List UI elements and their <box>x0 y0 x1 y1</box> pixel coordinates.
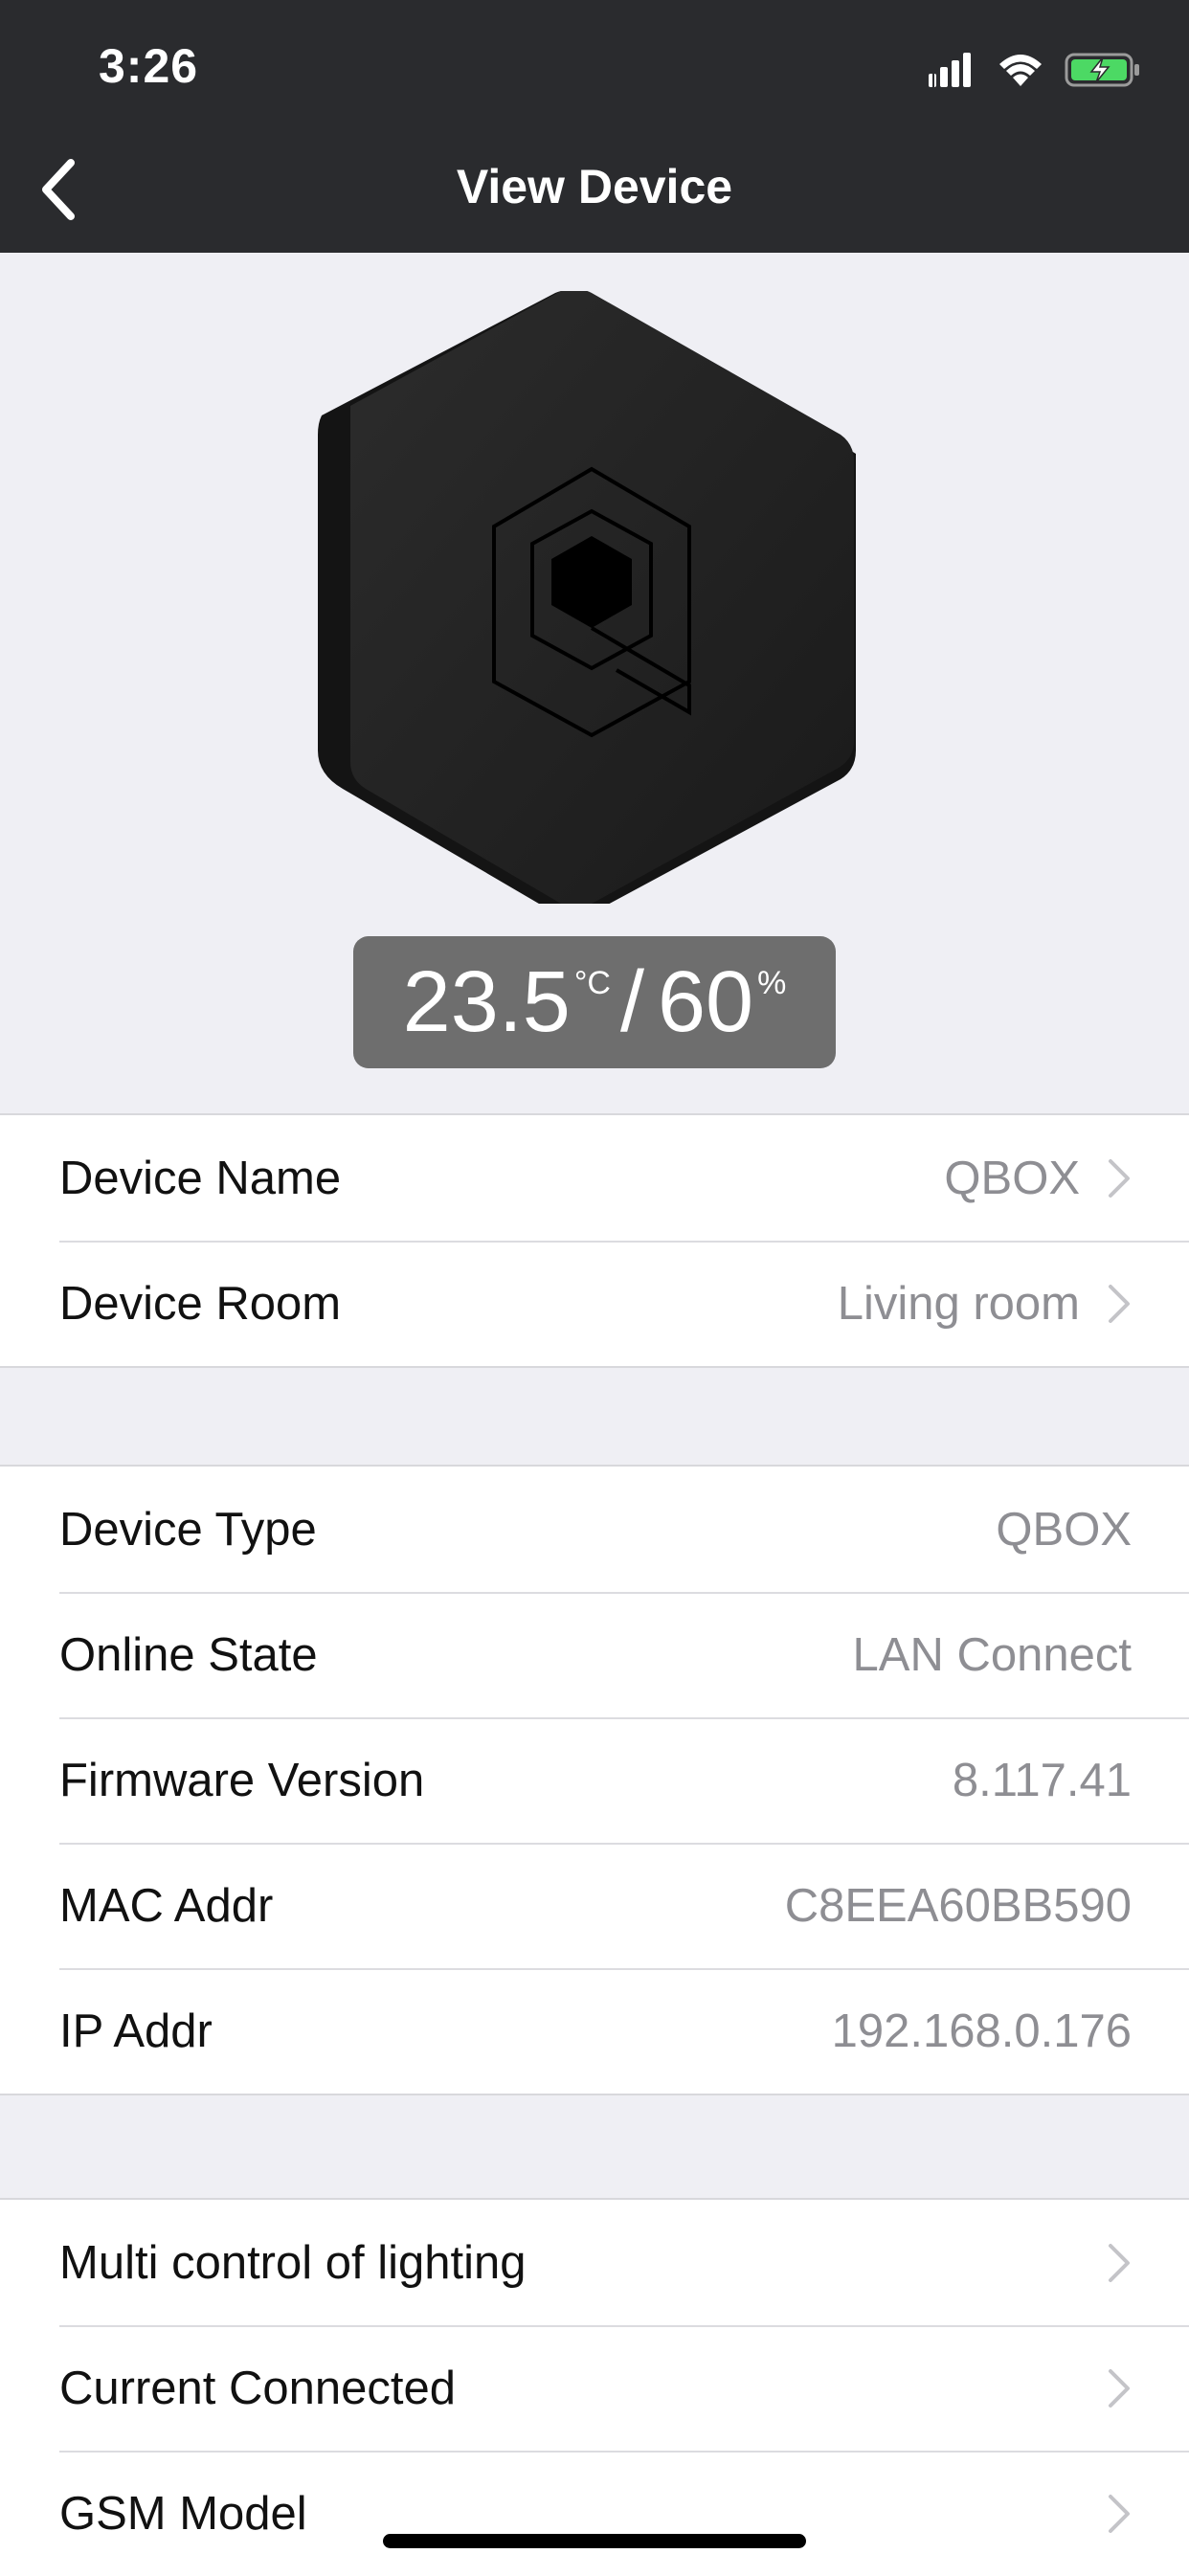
humidity-value: 60 <box>658 954 754 1050</box>
sensor-readout: 23.5 °C / 60 % <box>353 936 836 1068</box>
multi-control-lighting-row[interactable]: Multi control of lighting <box>0 2200 1189 2325</box>
ip-addr-row: IP Addr 192.168.0.176 <box>0 1968 1189 2094</box>
chevron-right-icon <box>1107 2367 1132 2409</box>
battery-charging-icon <box>1065 52 1141 93</box>
row-value: QBOX <box>996 1503 1132 1556</box>
row-value: 8.117.41 <box>952 1754 1132 1806</box>
gsm-model-row[interactable]: GSM Model <box>0 2451 1189 2576</box>
humidity-unit: % <box>757 965 787 1001</box>
row-value: QBOX <box>944 1152 1080 1204</box>
home-indicator[interactable] <box>383 2534 806 2548</box>
wifi-icon <box>998 52 1043 93</box>
online-state-row: Online State LAN Connect <box>0 1592 1189 1717</box>
status-icons <box>929 48 1141 96</box>
device-type-row: Device Type QBOX <box>0 1467 1189 1592</box>
row-value: 192.168.0.176 <box>831 2005 1132 2057</box>
device-settings-group: Device Name QBOX Device Room Living room <box>0 1113 1189 1368</box>
device-image <box>304 288 879 918</box>
row-label: Firmware Version <box>59 1754 425 1806</box>
signal-icon <box>929 51 976 94</box>
mac-addr-row: MAC Addr C8EEA60BB590 <box>0 1843 1189 1968</box>
chevron-right-icon <box>1107 2493 1132 2535</box>
row-label: MAC Addr <box>59 1879 274 1932</box>
row-label: Device Name <box>59 1152 342 1204</box>
nav-header: 3:26 View Device <box>0 0 1189 253</box>
separator: / <box>619 954 644 1050</box>
firmware-version-row: Firmware Version 8.117.41 <box>0 1717 1189 1843</box>
chevron-right-icon <box>1107 1283 1132 1325</box>
chevron-right-icon <box>1107 2242 1132 2284</box>
row-value: LAN Connect <box>852 1628 1132 1681</box>
row-label: Device Type <box>59 1503 317 1556</box>
device-name-row[interactable]: Device Name QBOX <box>0 1115 1189 1241</box>
status-time: 3:26 <box>99 39 199 93</box>
temperature-value: 23.5 <box>402 954 571 1050</box>
row-value: C8EEA60BB590 <box>784 1879 1132 1932</box>
row-value: Living room <box>837 1277 1080 1330</box>
row-label: Current Connected <box>59 2362 457 2414</box>
device-hero: 23.5 °C / 60 % <box>0 253 1189 1114</box>
row-label: GSM Model <box>59 2487 307 2540</box>
row-label: Multi control of lighting <box>59 2236 527 2289</box>
row-label: IP Addr <box>59 2005 213 2057</box>
temperature-unit: °C <box>573 965 611 1001</box>
current-connected-row[interactable]: Current Connected <box>0 2325 1189 2451</box>
row-label: Online State <box>59 1628 318 1681</box>
device-info-group: Device Type QBOX Online State LAN Connec… <box>0 1465 1189 2095</box>
device-room-row[interactable]: Device Room Living room <box>0 1241 1189 1366</box>
advanced-group: Multi control of lighting Current Connec… <box>0 2198 1189 2576</box>
page-title: View Device <box>456 160 733 213</box>
row-label: Device Room <box>59 1277 342 1330</box>
chevron-right-icon <box>1107 1157 1132 1199</box>
